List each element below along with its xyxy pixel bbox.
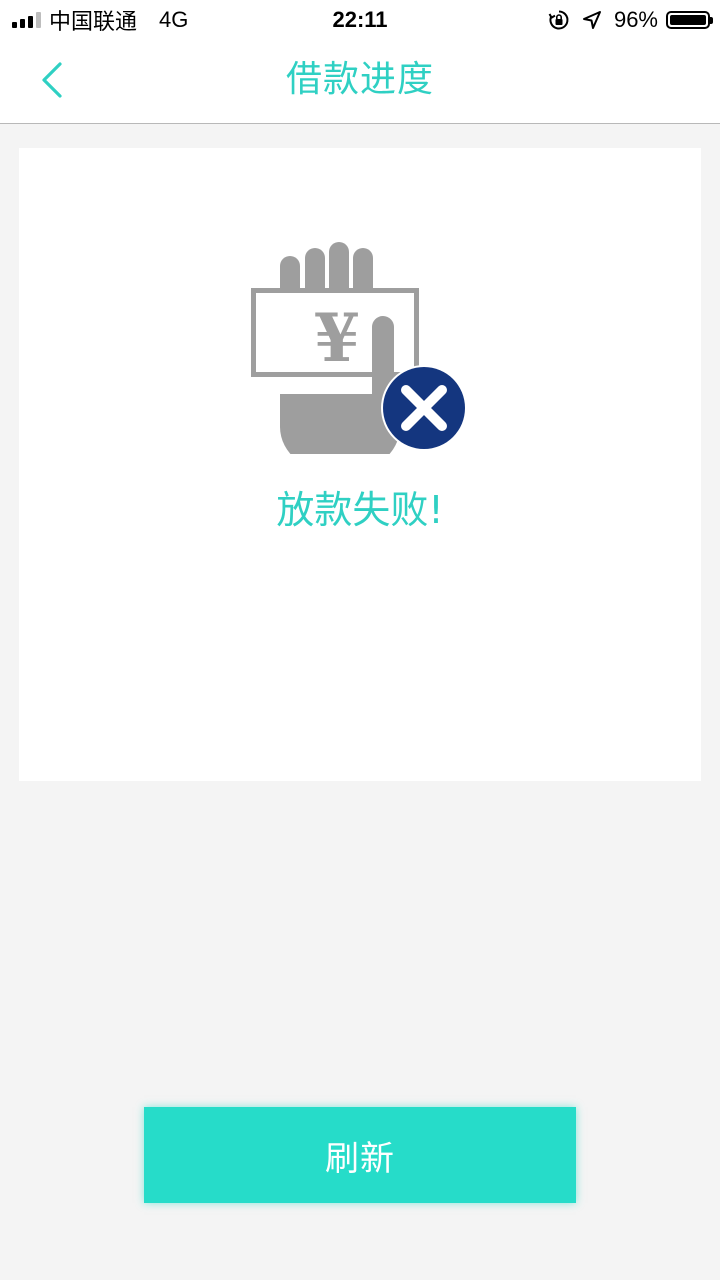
status-card: ¥ 放款失败!: [19, 148, 701, 781]
status-message: 放款失败!: [276, 488, 444, 532]
navigation-bar: 借款进度: [0, 40, 720, 124]
battery-percent: 96%: [613, 7, 658, 32]
page-title: 借款进度: [285, 59, 434, 100]
loan-failed-icon: ¥: [250, 242, 470, 475]
status-right: 96%: [548, 6, 713, 34]
refresh-button[interactable]: 刷新: [144, 1107, 576, 1203]
status-bar: 中国联通 4G 22:11 96%: [0, 0, 720, 40]
rotation-lock-icon: [548, 9, 570, 31]
svg-text:¥: ¥: [314, 299, 360, 377]
battery-icon: [666, 11, 713, 29]
location-icon: [582, 10, 602, 30]
